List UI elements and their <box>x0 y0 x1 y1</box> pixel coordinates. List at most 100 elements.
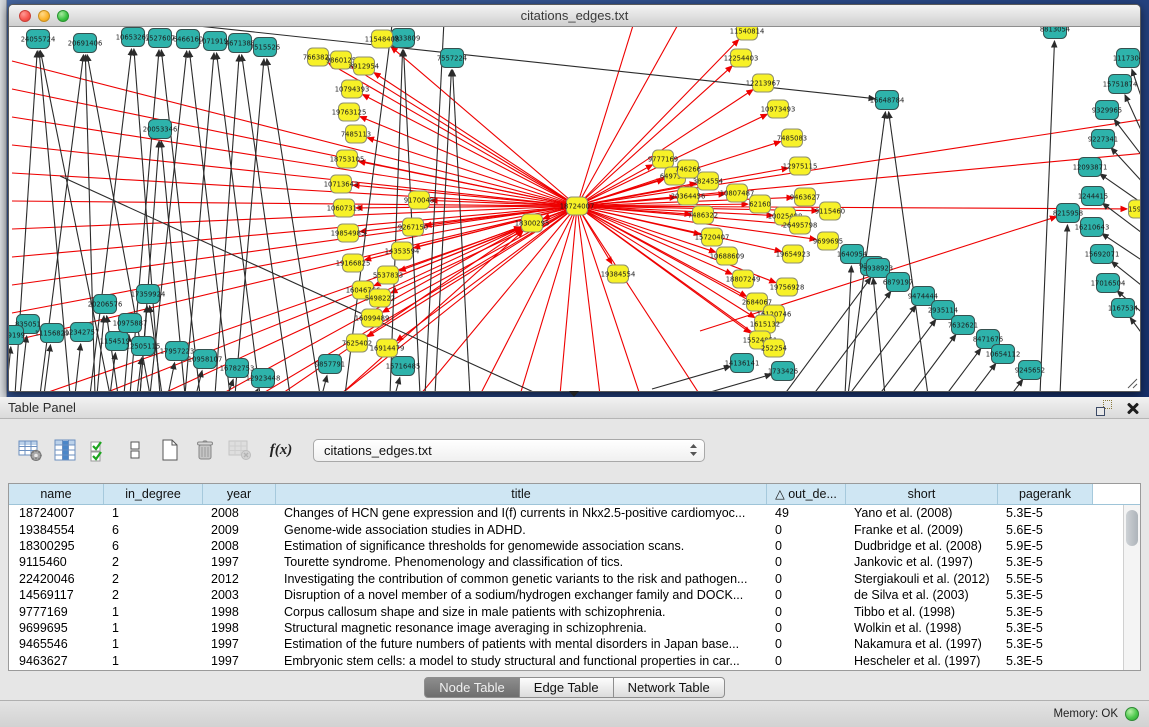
graph-edge-black[interactable] <box>1130 318 1140 339</box>
graph-node[interactable]: 1244415 <box>1078 187 1108 206</box>
graph-node[interactable]: 6879197 <box>883 273 913 292</box>
network-canvas[interactable]: 2405572420691406106532671527607646616010… <box>9 27 1140 391</box>
graph-node[interactable]: 8215958 <box>1053 204 1083 223</box>
graph-edge-red[interactable] <box>577 206 700 391</box>
graph-node[interactable]: 15751874 <box>1103 75 1138 94</box>
graph-node[interactable]: 939199 <box>9 326 25 345</box>
graph-node[interactable]: 252254 <box>761 339 787 357</box>
window-resize-handle[interactable] <box>1124 375 1138 389</box>
graph-node[interactable]: 9463627 <box>790 188 820 206</box>
graph-node[interactable]: 18753105 <box>330 150 365 168</box>
graph-node[interactable]: 62160 <box>749 195 771 213</box>
graph-node[interactable]: 7557224 <box>437 49 467 68</box>
graph-node[interactable]: 11540814 <box>730 27 765 40</box>
graph-node[interactable]: 19756928 <box>770 278 805 296</box>
table-scrollbar-thumb[interactable] <box>1126 510 1138 546</box>
graph-node[interactable]: 10688609 <box>710 247 745 265</box>
table-row[interactable]: 977716911998Corpus callosum shape and si… <box>9 603 1140 619</box>
tab-network-table[interactable]: Network Table <box>614 677 725 698</box>
select-columns-icon[interactable] <box>86 436 114 464</box>
graph-edge-black[interactable] <box>322 376 327 391</box>
float-panel-icon[interactable] <box>1095 400 1113 416</box>
table-scrollbar[interactable] <box>1123 505 1140 670</box>
network-view-window[interactable]: citations_edges.txt 24055724206914061065… <box>8 4 1141 392</box>
table-row[interactable]: 1872400712008Changes of HCN gene express… <box>9 505 1140 521</box>
graph-node[interactable]: 12975115 <box>783 157 818 175</box>
graph-node[interactable]: 9329965 <box>1092 101 1122 120</box>
graph-edge-black[interactable] <box>267 59 320 391</box>
graph-node[interactable]: 10713643 <box>324 175 359 193</box>
graph-edge-red[interactable] <box>577 206 640 391</box>
graph-edge-red[interactable] <box>414 206 577 248</box>
graph-node[interactable]: 16648784 <box>870 91 905 110</box>
column-header-in_degree[interactable]: in_degree <box>104 484 203 504</box>
table-selector-dropdown[interactable]: citations_edges.txt <box>313 439 705 462</box>
graph-node[interactable]: 12093871 <box>1073 158 1108 177</box>
graph-node[interactable]: 19384554 <box>601 265 636 283</box>
graph-edge-red[interactable] <box>12 201 577 206</box>
graph-node[interactable]: 10975887 <box>113 314 148 333</box>
column-header-short[interactable]: short <box>846 484 998 504</box>
graph-node[interactable]: 18807249 <box>726 270 761 288</box>
graph-edge-black[interactable] <box>849 306 916 391</box>
graph-edge-black[interactable] <box>75 344 81 391</box>
graph-node[interactable]: 9245652 <box>1015 361 1045 380</box>
close-panel-icon[interactable] <box>1125 400 1141 416</box>
table-row[interactable]: 1456911722003Disruption of a novel membe… <box>9 587 1140 603</box>
graph-node[interactable]: 7632621 <box>948 316 978 335</box>
graph-edge-black[interactable] <box>946 349 981 391</box>
graph-edge-black[interactable] <box>161 50 200 391</box>
graph-node[interactable]: 9170048 <box>404 191 434 209</box>
new-column-icon[interactable] <box>156 436 184 464</box>
graph-edge-black[interactable] <box>1132 69 1140 111</box>
graph-node[interactable]: 15720407 <box>695 228 730 246</box>
graph-node[interactable]: 8813054 <box>1040 27 1070 39</box>
graph-edge-black[interactable] <box>242 55 290 391</box>
graph-node[interactable]: 15958 <box>1128 200 1140 218</box>
graph-node[interactable]: 12254403 <box>724 49 759 67</box>
show-column-icon[interactable] <box>51 436 79 464</box>
graph-node[interactable]: 1527607 <box>145 29 175 48</box>
function-builder-icon[interactable]: f(x) <box>267 436 295 464</box>
graph-node[interactable]: 7515526 <box>250 38 280 57</box>
table-row[interactable]: 1830029562008Estimation of significance … <box>9 538 1140 554</box>
graph-node[interactable]: 7485113 <box>341 125 371 143</box>
column-header-year[interactable]: year <box>203 484 276 504</box>
graph-node[interactable]: 9267150 <box>398 218 428 236</box>
graph-node[interactable]: 24055724 <box>21 30 56 49</box>
graph-node[interactable]: 1733426 <box>768 362 798 381</box>
graph-node[interactable]: 5537833 <box>373 266 403 284</box>
graph-edge-red[interactable] <box>100 227 521 391</box>
column-header-out_de[interactable]: △ out_de... <box>767 484 846 504</box>
graph-node[interactable]: 12213967 <box>746 74 781 92</box>
memory-status-icon[interactable] <box>1125 707 1139 721</box>
column-header-name[interactable]: name <box>9 484 104 504</box>
graph-edge-red[interactable] <box>577 206 600 391</box>
graph-edge-black[interactable] <box>652 366 730 389</box>
table-row[interactable]: 2242004622012Investigating the contribut… <box>9 571 1140 587</box>
tab-node-table[interactable]: Node Table <box>424 677 520 698</box>
table-settings-icon[interactable] <box>16 436 44 464</box>
table-row[interactable]: 946554611997Estimation of the future num… <box>9 636 1140 652</box>
graph-edge-black[interactable] <box>9 347 11 391</box>
graph-node[interactable]: 14136141 <box>725 354 760 373</box>
graph-area[interactable]: 2405572420691406106532671527607646616010… <box>9 27 1140 391</box>
graph-edge-black[interactable] <box>1125 95 1140 141</box>
graph-node[interactable]: 12342757 <box>65 323 100 342</box>
column-header-pagerank[interactable]: pagerank <box>998 484 1093 504</box>
graph-edge-red[interactable] <box>374 73 577 206</box>
graph-edge-black[interactable] <box>700 374 771 391</box>
tab-edge-table[interactable]: Edge Table <box>520 677 614 698</box>
graph-node[interactable]: 9857791 <box>315 355 345 374</box>
graph-node[interactable]: 17016504 <box>1091 274 1126 293</box>
rows-icon[interactable] <box>121 436 149 464</box>
graph-node[interactable]: 1117304 <box>1113 49 1140 68</box>
table-row[interactable]: 946362711997Embryonic stem cells: a mode… <box>9 653 1140 669</box>
graph-node[interactable]: 16210643 <box>1075 218 1110 237</box>
graph-edge-black[interactable] <box>873 278 885 391</box>
graph-node[interactable]: 746266 <box>675 160 701 178</box>
table-row[interactable]: 1938455462009Genome-wide association stu… <box>9 521 1140 537</box>
table-row[interactable]: 969969511998Structural magnetic resonanc… <box>9 620 1140 636</box>
graph-edge-black[interactable] <box>1011 380 1023 391</box>
graph-edge-black[interactable] <box>255 389 258 391</box>
